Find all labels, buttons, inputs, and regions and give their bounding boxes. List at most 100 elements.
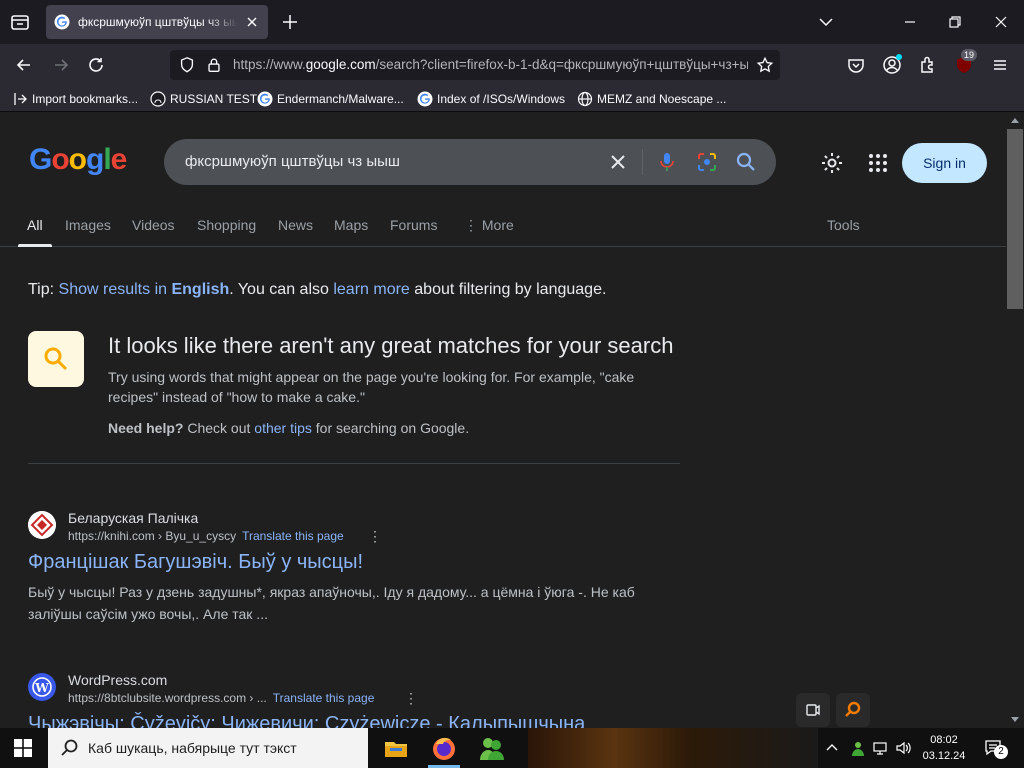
tab-videos[interactable]: Videos [132, 217, 175, 233]
bookmark-memz[interactable]: MEMZ and Noescape ... [577, 91, 726, 107]
search-box[interactable]: фксршмуюўп цштвўцы чз ыыш [164, 139, 776, 185]
result-url[interactable]: https://8btclubsite.wordpress.com › ... T… [68, 691, 374, 705]
extensions-icon[interactable] [918, 55, 938, 75]
tab-more[interactable]: ⋮ More [464, 217, 514, 234]
settings-gear-icon[interactable] [820, 151, 844, 175]
search-query[interactable]: фксршмуюўп цштвўцы чз ыыш [185, 153, 400, 170]
result-title-link[interactable]: Чыжэвічы; Čyževičy; Чижевичи; Czyżewicze… [28, 713, 585, 728]
messenger-app-icon[interactable] [478, 734, 506, 762]
bookmark-import[interactable]: Import bookmarks... [12, 91, 138, 107]
lens-search-button[interactable] [836, 693, 870, 727]
tip-suffix: about filtering by language. [409, 281, 607, 298]
translate-link[interactable]: Translate this page [242, 529, 344, 543]
menu-icon[interactable] [990, 55, 1010, 75]
tab-news[interactable]: News [278, 217, 313, 233]
tab-images[interactable]: Images [65, 217, 111, 233]
bookmark-isos[interactable]: Index of /ISOs/Windows [417, 91, 565, 107]
notification-center-button[interactable]: 2 [982, 736, 1008, 760]
sign-in-button[interactable]: Sign in [902, 143, 987, 183]
tab-title: фксршмуюўп цштвўцы чз ыыш - Google Searc… [78, 15, 238, 29]
bookmark-russian-test[interactable]: RUSSIAN TEST [150, 91, 257, 107]
address-bar[interactable]: https://www.google.com/search?client=fir… [170, 50, 780, 80]
active-tab-underline [18, 244, 52, 247]
new-tab-icon[interactable] [280, 12, 300, 32]
show-hidden-icons-icon[interactable] [824, 740, 840, 756]
scrollbar-thumb[interactable] [1007, 129, 1023, 309]
taskbar-search-icon [61, 739, 78, 756]
firefox-icon[interactable] [430, 734, 458, 762]
bookmark-endermanch[interactable]: Endermanch/Malware... [257, 91, 404, 107]
result-url[interactable]: https://knihi.com › Byu_u_cyscy Translate… [68, 529, 344, 543]
close-window-icon[interactable] [991, 12, 1011, 32]
google-apps-icon[interactable] [866, 151, 890, 175]
url-text[interactable]: https://www.google.com/search?client=fir… [233, 57, 748, 72]
search-icon[interactable] [735, 151, 757, 173]
belarus-site-favicon-icon [28, 511, 56, 539]
close-tab-icon[interactable] [244, 14, 260, 30]
lock-icon[interactable] [205, 56, 223, 74]
file-explorer-icon[interactable] [382, 734, 410, 762]
result-title-link[interactable]: Францішак Багушэвіч. Быў у чысцы! [28, 551, 363, 574]
scroll-up-icon[interactable] [1010, 116, 1020, 124]
divider [28, 463, 680, 464]
wordpress-favicon-icon: W [28, 673, 56, 701]
account-dot [896, 54, 902, 60]
tools-button[interactable]: Tools [827, 217, 860, 233]
google-results-page: Google фксршмуюўп цштвўцы чз ыыш Sign in… [0, 113, 1006, 728]
reload-icon[interactable] [86, 55, 106, 75]
tray-app-icon[interactable] [848, 740, 864, 756]
tab-shopping[interactable]: Shopping [197, 217, 256, 233]
tip-middle: . You can also [229, 281, 334, 298]
lens-icon[interactable] [696, 151, 718, 173]
google-icon [257, 91, 273, 107]
bookmarks-toolbar: Import bookmarks... RUSSIAN TEST Enderma… [0, 86, 1024, 112]
learn-more-link[interactable]: learn more [333, 281, 409, 298]
result-url-text: https://knihi.com › Byu_u_cyscy [68, 529, 237, 543]
volume-icon[interactable] [895, 740, 911, 756]
scroll-down-icon[interactable] [1010, 716, 1020, 724]
pocket-icon[interactable] [846, 55, 866, 75]
forward-icon[interactable] [51, 55, 71, 75]
help-suffix: for searching on Google. [311, 420, 470, 436]
shield-icon[interactable] [178, 56, 196, 74]
restore-icon[interactable] [945, 12, 965, 32]
english-text: English [171, 281, 230, 298]
list-all-tabs-icon[interactable] [8, 10, 32, 34]
screen-capture-button[interactable] [796, 693, 830, 727]
need-help: Need help? Check out other tips for sear… [108, 420, 469, 436]
browser-tab[interactable]: фксршмуюўп цштвўцы чз ыыш - Google Searc… [46, 5, 268, 39]
result-site-name[interactable]: WordPress.com [68, 672, 167, 688]
result-site-name[interactable]: Беларуская Палічка [68, 510, 198, 526]
help-label: Need help? [108, 420, 184, 436]
google-icon [417, 91, 433, 107]
show-results-link[interactable]: Show results in English [59, 281, 230, 298]
bookmark-star-icon[interactable] [756, 56, 774, 74]
google-favicon-icon [54, 14, 70, 30]
minimize-icon[interactable] [900, 12, 920, 32]
taskbar-clock[interactable]: 08:02 03.12.24 [918, 732, 970, 764]
result-menu-icon[interactable]: ⋮ [368, 529, 382, 543]
result-snippet: Быў у чысцы! Раз у дзень задушны*, якраз… [28, 584, 635, 622]
search-tabs: All Images Videos Shopping News Maps For… [0, 211, 1006, 247]
translate-link[interactable]: Translate this page [273, 691, 375, 705]
orange-search-icon [845, 701, 861, 717]
help-text: Check out [183, 420, 255, 436]
back-icon[interactable] [14, 55, 34, 75]
windows-start-icon[interactable] [14, 739, 32, 757]
taskbar-search-box[interactable]: Каб шукаць, набярыце тут тэкст [48, 728, 368, 768]
result-url-text: https://8btclubsite.wordpress.com › ... [68, 691, 267, 705]
tab-forums[interactable]: Forums [390, 217, 437, 233]
clock-date: 03.12.24 [922, 750, 966, 762]
tab-all[interactable]: All [27, 217, 43, 233]
bookmark-label: Import bookmarks... [32, 92, 139, 106]
network-icon[interactable] [872, 740, 888, 756]
clear-search-icon[interactable] [607, 151, 629, 173]
voice-search-icon[interactable] [656, 151, 678, 173]
google-logo[interactable]: Google [29, 143, 127, 177]
page-scrollbar[interactable] [1006, 113, 1024, 728]
result-menu-icon[interactable]: ⋮ [404, 691, 418, 705]
bookmark-label: Index of /ISOs/Windows [437, 92, 566, 106]
chevron-down-icon[interactable] [816, 12, 836, 32]
other-tips-link[interactable]: other tips [254, 420, 312, 436]
tab-maps[interactable]: Maps [334, 217, 368, 233]
